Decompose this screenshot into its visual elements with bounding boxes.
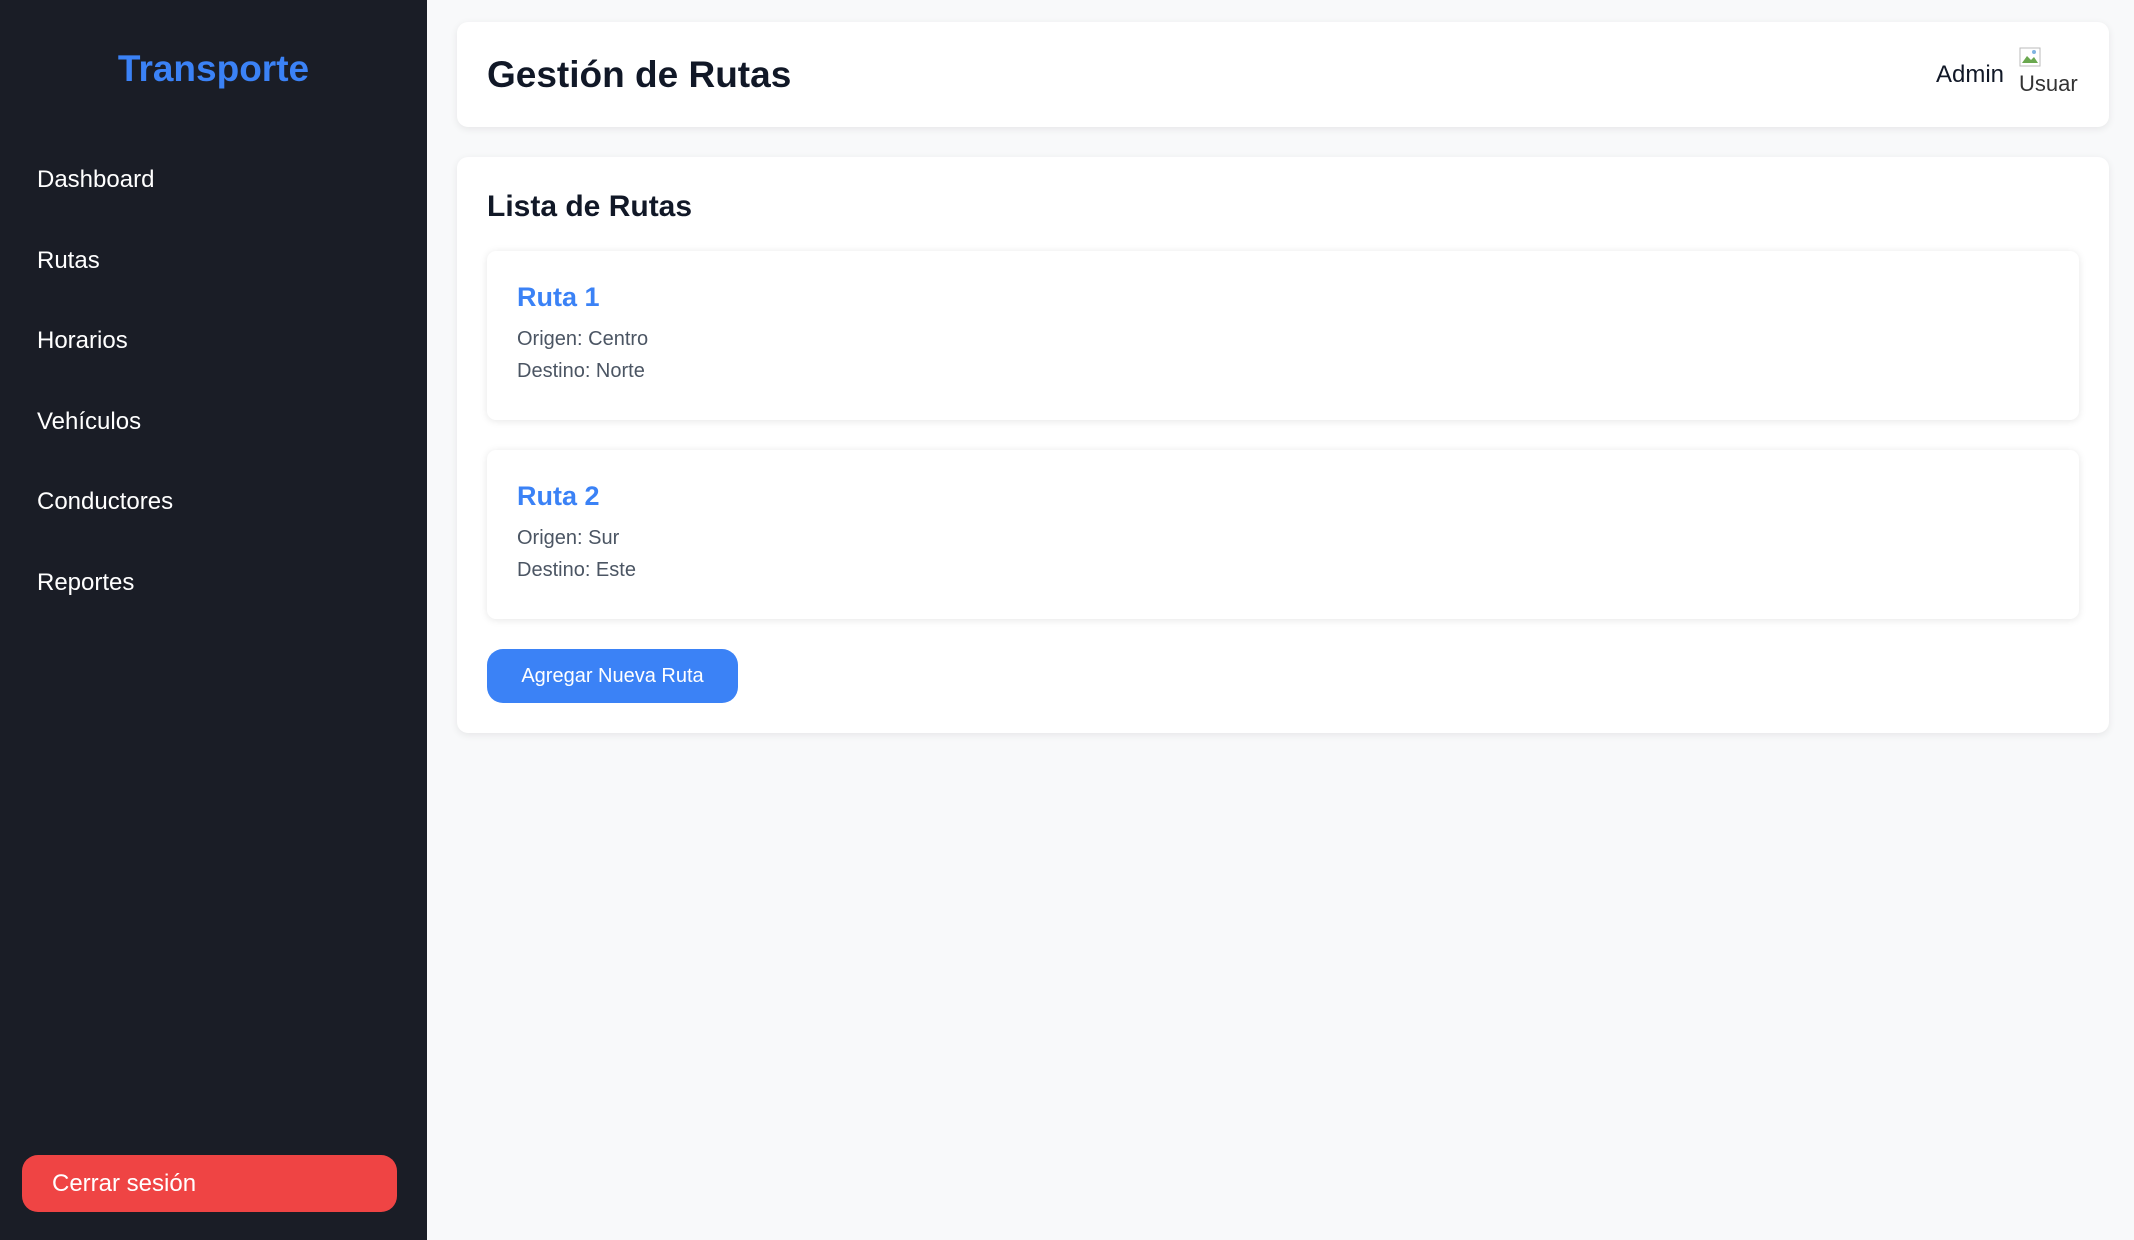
sidebar-nav: Dashboard Rutas Horarios Vehículos Condu… bbox=[0, 140, 427, 623]
sidebar-item-reportes[interactable]: Reportes bbox=[0, 543, 427, 624]
main-content: Gestión de Rutas Admin Usuario Lista de … bbox=[427, 0, 2134, 1240]
route-card[interactable]: Ruta 1 Origen: Centro Destino: Norte bbox=[487, 251, 2079, 420]
route-name: Ruta 1 bbox=[517, 282, 600, 312]
route-card[interactable]: Ruta 2 Origen: Sur Destino: Este bbox=[487, 450, 2079, 619]
route-destination: Destino: Norte bbox=[517, 360, 645, 382]
sidebar: Transporte Dashboard Rutas Horarios Vehí… bbox=[0, 0, 427, 1240]
add-route-button[interactable]: Agregar Nueva Ruta bbox=[487, 649, 738, 703]
routes-panel: Lista de Rutas Ruta 1 Origen: Centro Des… bbox=[457, 157, 2109, 733]
user-menu[interactable]: Admin Usuario bbox=[1936, 45, 2079, 105]
route-origin: Origen: Centro bbox=[517, 328, 649, 350]
avatar-alt-text: Usuario bbox=[2019, 70, 2079, 96]
sidebar-item-conductores[interactable]: Conductores bbox=[0, 462, 427, 543]
sidebar-item-dashboard[interactable]: Dashboard bbox=[0, 140, 427, 221]
page-header: Gestión de Rutas Admin Usuario bbox=[457, 22, 2109, 127]
brand-logo: Transporte bbox=[117, 48, 310, 89]
sidebar-item-vehiculos[interactable]: Vehículos bbox=[0, 382, 427, 463]
app-root: Transporte Dashboard Rutas Horarios Vehí… bbox=[0, 0, 2134, 1240]
routes-panel-title: Lista de Rutas bbox=[487, 190, 693, 223]
user-name: Admin bbox=[1935, 60, 2004, 88]
avatar[interactable]: Usuario bbox=[2019, 45, 2079, 105]
route-origin: Origen: Sur bbox=[517, 527, 620, 549]
sidebar-item-horarios[interactable]: Horarios bbox=[0, 301, 427, 382]
sidebar-item-rutas[interactable]: Rutas bbox=[0, 221, 427, 302]
route-destination: Destino: Este bbox=[517, 559, 636, 581]
broken-image-icon bbox=[2019, 47, 2041, 66]
route-name: Ruta 2 bbox=[517, 481, 600, 511]
page-title: Gestión de Rutas bbox=[487, 53, 792, 95]
logout-button[interactable]: Cerrar sesión bbox=[22, 1155, 397, 1212]
